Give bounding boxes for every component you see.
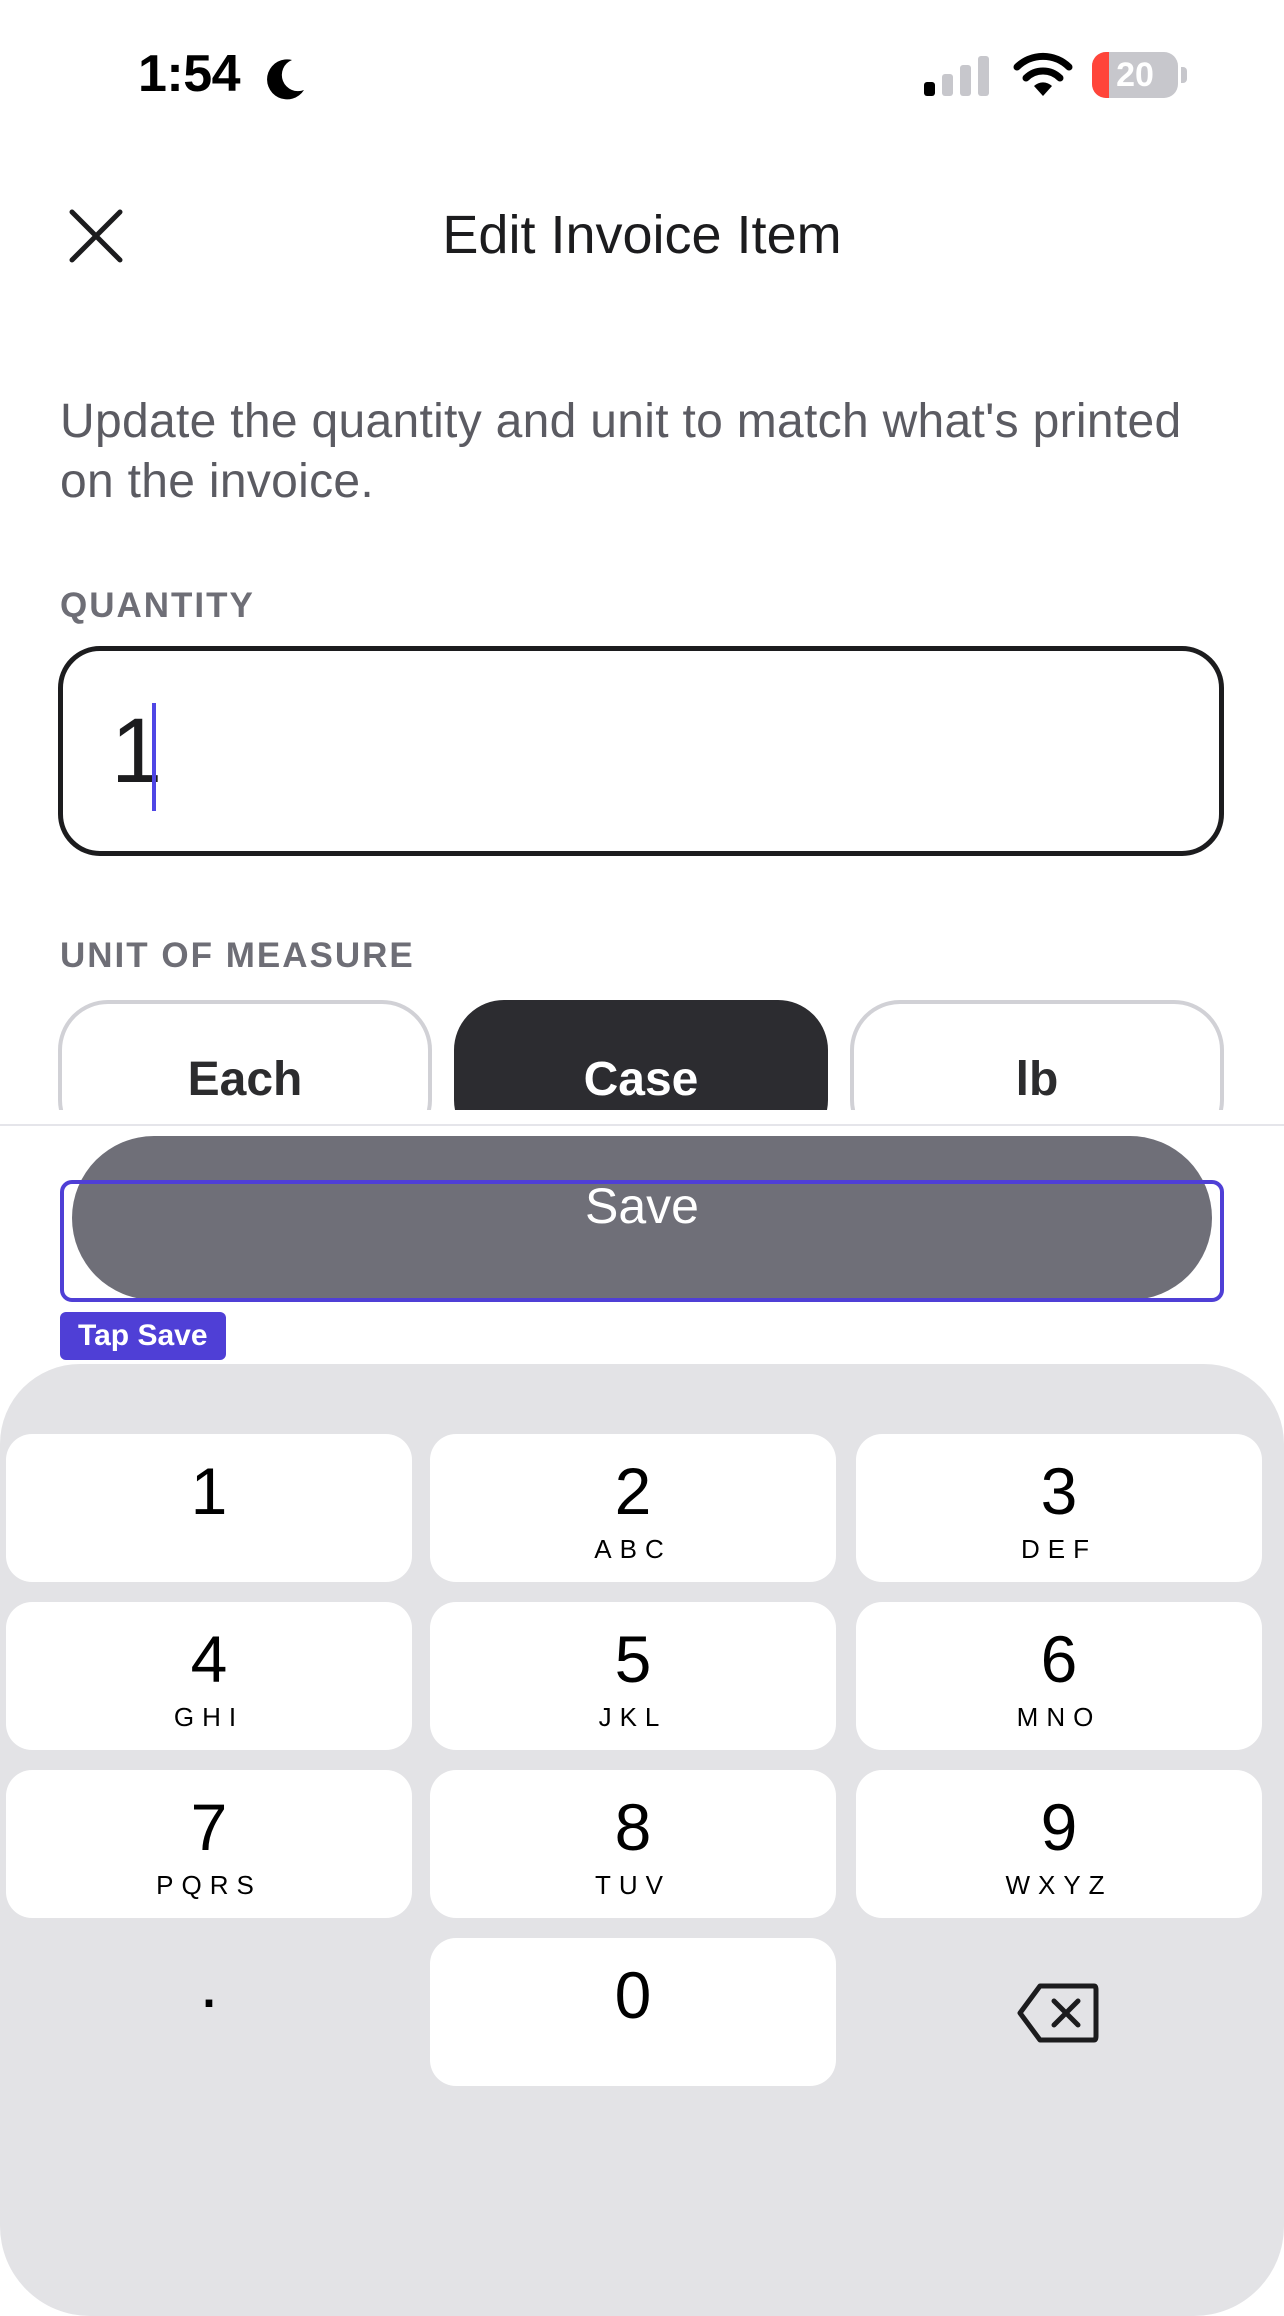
key-digit: 6 [1040,1622,1078,1696]
edit-invoice-item-screen: 1:54 20 Edit Invoice Item Update the qua… [0,0,1284,2316]
unit-selector: Each Case lb [0,996,1284,1110]
key-digit: 8 [614,1790,652,1864]
key-4[interactable]: 4 GHI [6,1602,412,1750]
page-title: Edit Invoice Item [442,205,842,265]
key-2[interactable]: 2 ABC [430,1434,836,1582]
key-digit: 2 [614,1454,652,1528]
key-letters: PQRS [156,1870,262,1900]
key-9[interactable]: 9 WXYZ [856,1770,1262,1918]
key-letters: ABC [594,1534,672,1564]
key-letters: GHI [173,1702,245,1732]
key-6[interactable]: 6 MNO [856,1602,1262,1750]
key-digit: 9 [1040,1790,1078,1864]
backspace-icon[interactable] [1016,1982,1100,2044]
cellular-signal-icon [924,56,989,96]
battery-level: 20 [1116,56,1154,94]
key-decimal[interactable]: . [6,1938,412,2086]
battery-icon: 20 [1092,52,1188,98]
key-letters: DEF [1021,1534,1097,1564]
key-letters: MNO [1016,1702,1102,1732]
save-button[interactable]: Save [72,1136,1212,1300]
decimal-point: . [199,1944,219,2022]
key-digit: 0 [614,1958,652,2032]
key-letters: JKL [598,1702,668,1732]
unit-option-lb[interactable]: lb [850,1000,1224,1110]
tap-save-tag: Tap Save [60,1312,226,1360]
key-8[interactable]: 8 TUV [430,1770,836,1918]
key-digit: 5 [614,1622,652,1696]
key-7[interactable]: 7 PQRS [6,1770,412,1918]
key-digit: 7 [190,1790,228,1864]
unit-option-each[interactable]: Each [58,1000,432,1110]
key-5[interactable]: 5 JKL [430,1602,836,1750]
instruction-text: Update the quantity and unit to match wh… [60,395,1182,508]
key-0[interactable]: 0 [430,1938,836,2086]
key-digit: 1 [190,1454,228,1528]
divider [0,1124,1284,1126]
wifi-icon [1013,52,1073,96]
moon-icon [267,59,304,100]
unit-option-case[interactable]: Case [454,1000,828,1110]
unit-of-measure-label: UNIT OF MEASURE [60,936,415,975]
status-time: 1:54 [138,45,241,103]
key-1[interactable]: 1 [6,1434,412,1582]
quantity-field[interactable]: 1 [58,646,1224,856]
key-letters: TUV [595,1870,671,1900]
quantity-label: QUANTITY [60,586,255,625]
text-caret [152,703,156,811]
key-digit: 4 [190,1622,228,1696]
key-digit: 3 [1040,1454,1078,1528]
key-letters: WXYZ [1005,1870,1113,1900]
key-3[interactable]: 3 DEF [856,1434,1262,1582]
